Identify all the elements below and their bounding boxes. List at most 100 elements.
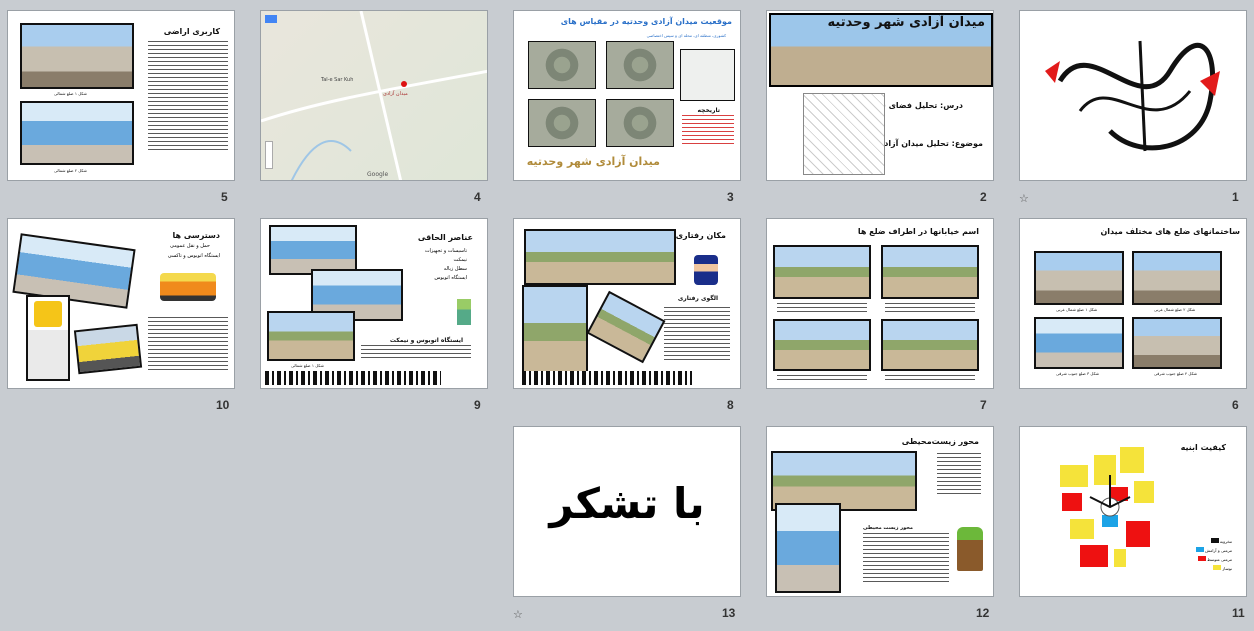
slide-thumbnail-13[interactable]: با تشکر <box>513 426 741 597</box>
slide-number-6: 6 <box>1232 398 1239 412</box>
slide-photo <box>20 23 134 89</box>
slide-photo <box>1132 251 1222 305</box>
map-thumb <box>606 99 674 147</box>
caption-text <box>777 303 867 313</box>
slide-title: میدان آزادی شهر وحدتیه <box>827 15 985 30</box>
slide-subtitle: حمل و نقل عمومی <box>170 243 210 249</box>
list-item: ایستگاه اتوبوس <box>434 275 467 281</box>
slide-thumbnail-10[interactable]: دسترسی ها حمل و نقل عمومی ایستگاه اتوبوس… <box>7 218 235 389</box>
slide-number-2: 2 <box>980 190 987 204</box>
slide-title: کاربری اراضی <box>163 27 220 36</box>
slide-photo <box>73 323 143 375</box>
sign-icon <box>34 301 62 327</box>
transition-star-icon[interactable]: ☆ <box>513 608 523 621</box>
slide-thumbnail-7[interactable]: اسم خیابانها در اطراف ضلع ها <box>766 218 994 389</box>
zoom-control[interactable] <box>265 141 273 169</box>
list-item: سطل زباله <box>443 266 467 272</box>
slide-subtitle: ایستگاه اتوبوس و نیمکت <box>389 337 463 344</box>
slide-title: کیفیت ابنیه <box>1180 443 1226 452</box>
history-label: تاریخچه <box>697 107 721 114</box>
slide-title: دسترسی ها <box>172 231 220 240</box>
slide-title: اسم خیابانها در اطراف ضلع ها <box>857 227 979 236</box>
caption-text <box>885 303 975 313</box>
slide-photo <box>269 225 357 275</box>
slide-thumbnail-8[interactable]: مکان رفتاری الگوی رفتاری <box>513 218 741 389</box>
slide-photo <box>773 245 871 299</box>
slide-number-5: 5 <box>221 190 228 204</box>
map-thumb <box>528 41 596 89</box>
list-item: تاسیسات و تجهیزات <box>424 248 467 254</box>
slide-number-11: 11 <box>1232 606 1245 620</box>
slide-photo <box>881 319 979 371</box>
body-text <box>361 345 471 359</box>
slide-photo <box>1034 251 1124 305</box>
map-roads <box>261 11 487 180</box>
body-text <box>148 41 228 151</box>
slide-title: مکان رفتاری <box>675 231 726 240</box>
slide-number-9: 9 <box>474 398 481 412</box>
slide-title: ساختمانهای ضلع های مختلف میدان <box>1100 227 1240 236</box>
legend-item: مرمتی و آرامش <box>1195 546 1232 555</box>
slide-thumbnail-1[interactable] <box>1019 10 1247 181</box>
caption-text <box>777 375 867 383</box>
slide-thumbnail-12[interactable]: محور زیست‌محیطی محور زیست محیطی <box>766 426 994 597</box>
slide-thumbnail-3[interactable]: موقعیت میدان آزادی وحدتیه در مقیاس های ک… <box>513 10 741 181</box>
slide-number-12: 12 <box>976 606 990 620</box>
calligraphy-image <box>1045 40 1220 152</box>
people-strip <box>265 371 441 385</box>
caption: شکل ۱ ضلع شمالی <box>54 91 87 96</box>
history-text <box>682 115 734 145</box>
police-icon <box>694 255 718 285</box>
slide-thumbnail-5[interactable]: شکل ۱ ضلع شمالی شکل ۲ ضلع شمالی کاربری ا… <box>7 10 235 181</box>
slide-thumbnail-11[interactable]: کیفیت ابنیه مخروبه مرمتی و آرامش مرمتی م… <box>1019 426 1247 597</box>
slide-subtitle: ایستگاه اتوبوس و تاکسی <box>167 253 220 259</box>
slide-thumbnail-6[interactable]: ساختمانهای ضلع های مختلف میدان شکل ۱ ضلع… <box>1019 218 1247 389</box>
slide-subtitle: الگوی رفتاری <box>677 295 718 302</box>
transition-star-icon[interactable]: ☆ <box>1019 192 1029 205</box>
caption: شکل ۳ ضلع جنوب شرقی <box>1056 371 1100 376</box>
slide-subtitle: محور زیست محیطی <box>863 525 913 531</box>
slide-photo <box>771 451 917 511</box>
list-text <box>937 453 981 495</box>
slide-thumbnail-2[interactable]: میدان آزادی شهر وحدتیه درس: تحلیل فضای ش… <box>766 10 994 181</box>
slide-number-7: 7 <box>980 398 987 412</box>
legend-item: نوساز <box>1196 564 1232 573</box>
map-pin-icon[interactable] <box>401 81 407 87</box>
slide-title: عناصر الحاقی <box>417 233 473 242</box>
people-strip <box>522 371 692 385</box>
slide-number-3: 3 <box>727 190 734 204</box>
list-item: نیمکت <box>453 257 467 263</box>
map-pin-label: میدان آزادی <box>383 91 408 97</box>
slide-number-13: 13 <box>722 606 736 620</box>
map-button[interactable] <box>265 15 277 23</box>
slide-photo <box>524 229 676 285</box>
slide-thumbnail-4[interactable]: Tal-e Sar Kuh میدان آزادی Google <box>260 10 488 181</box>
legend-item: مخروبه <box>1196 537 1232 546</box>
slide-photo <box>20 101 134 165</box>
caption: شکل ۱ ضلع شمال غربی <box>1056 307 1098 312</box>
tree-icon <box>957 527 983 571</box>
body-text <box>664 307 730 363</box>
slide-photo <box>267 311 355 361</box>
body-text <box>863 533 949 583</box>
slide-photo <box>1034 317 1124 369</box>
slide-photo <box>773 319 871 371</box>
legend-item: مرمتی متوسط <box>1196 555 1232 564</box>
slide-title: موقعیت میدان آزادی وحدتیه در مقیاس های <box>560 17 732 26</box>
water-fountain-icon <box>457 299 471 325</box>
slide-photo <box>1132 317 1222 369</box>
slide-photo <box>586 290 666 364</box>
map-thumb <box>680 49 735 101</box>
item-list: تاسیسات و تجهیزات نیمکت سطل زباله ایستگا… <box>425 247 467 283</box>
slide-number-10: 10 <box>216 398 230 412</box>
slide-subtitle: کشوری، منطقه ای، محله ای و سپس اختصاصی <box>646 33 726 38</box>
slide-thumbnail-9[interactable]: عناصر الحاقی تاسیسات و تجهیزات نیمکت سطل… <box>260 218 488 389</box>
building-quality-map <box>1060 447 1154 567</box>
caption: شکل ۴ ضلع جنوب شرقی <box>1154 371 1198 376</box>
bus-icon <box>160 273 216 301</box>
slide-photo <box>775 503 841 593</box>
site-plan <box>803 93 885 175</box>
caption: شکل ۲ ضلع شمال غربی <box>1154 307 1196 312</box>
slide-photo <box>522 285 588 379</box>
google-logo: Google <box>367 171 389 178</box>
